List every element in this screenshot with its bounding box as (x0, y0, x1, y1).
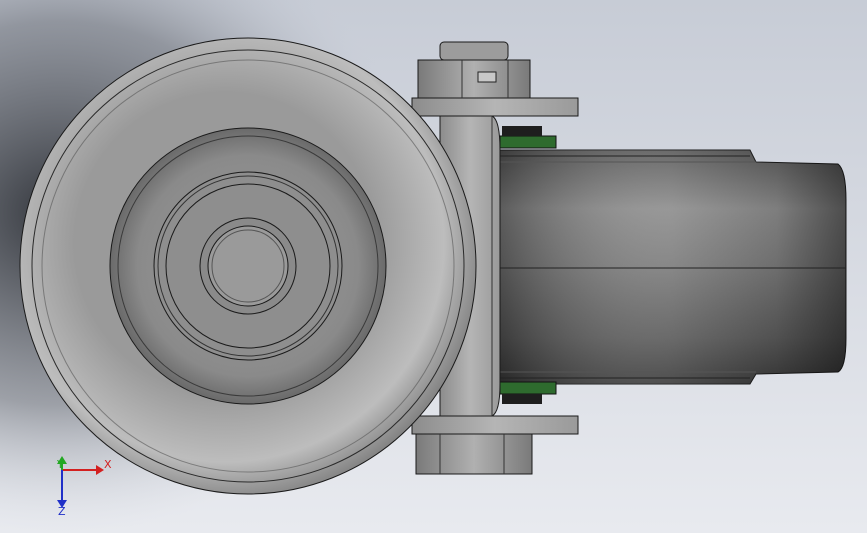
axis-z-label: Z (58, 505, 66, 518)
seal-top (499, 135, 557, 149)
main-wheel (19, 37, 477, 495)
bottom-nut (415, 433, 533, 475)
seal-bottom (499, 381, 557, 395)
axis-x-label: X (104, 458, 112, 471)
side-wheel (497, 149, 847, 385)
axis-y-label: Y (56, 458, 64, 471)
cad-viewport[interactable]: X Y Z (0, 0, 867, 533)
cad-scene[interactable]: X Y Z (0, 0, 867, 533)
